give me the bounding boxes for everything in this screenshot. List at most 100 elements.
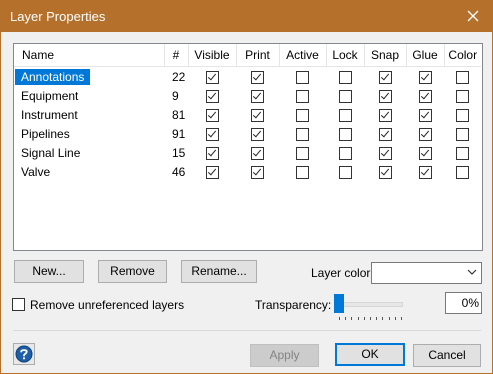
active-checkbox[interactable] — [296, 108, 309, 122]
flag-cell — [444, 67, 481, 87]
active-checkbox[interactable] — [296, 146, 309, 160]
color-checkbox[interactable] — [456, 89, 469, 103]
column-header[interactable]: Visible — [188, 44, 237, 67]
active-checkbox[interactable] — [296, 165, 309, 179]
transparency-slider-track[interactable] — [334, 302, 403, 307]
visible-checkbox[interactable] — [205, 108, 219, 122]
print-checkbox[interactable] — [251, 89, 264, 103]
layer-row[interactable]: Valve 46 — [14, 162, 481, 181]
color-checkbox[interactable] — [456, 127, 469, 141]
lock-checkbox[interactable] — [338, 127, 352, 141]
layer-row[interactable]: Instrument 81 — [14, 105, 481, 124]
color-checkbox[interactable] — [456, 108, 469, 122]
glue-checkbox[interactable] — [418, 108, 432, 122]
cancel-button[interactable]: Cancel — [413, 344, 481, 367]
lock-checkbox[interactable] — [338, 146, 352, 160]
print-checkbox[interactable] — [251, 165, 264, 179]
print-checkbox[interactable] — [251, 127, 264, 141]
visible-checkbox[interactable] — [205, 146, 219, 160]
layer-name-cell[interactable]: Pipelines — [14, 124, 164, 143]
layer-row[interactable]: Signal Line 15 — [14, 143, 481, 162]
color-checkbox[interactable] — [456, 70, 469, 84]
column-header[interactable]: Glue — [406, 44, 445, 67]
visible-checkbox[interactable] — [205, 127, 219, 141]
lock-checkbox[interactable] — [338, 165, 352, 179]
snap-checkbox[interactable] — [378, 70, 392, 84]
glue-checkbox[interactable] — [418, 146, 432, 160]
flag-cell — [364, 86, 406, 105]
layer-row[interactable]: Pipelines 91 — [14, 124, 481, 143]
rename-button[interactable]: Rename... — [181, 260, 257, 283]
color-checkbox[interactable] — [456, 165, 469, 179]
flag-cell — [236, 86, 279, 105]
active-checkbox[interactable] — [296, 70, 309, 84]
snap-checkbox[interactable] — [378, 127, 392, 141]
lock-checkbox[interactable] — [338, 108, 352, 122]
flag-cell — [326, 67, 364, 87]
layer-row[interactable]: Annotations 22 — [14, 67, 481, 87]
layer-name: Annotations — [15, 68, 91, 85]
snap-checkbox[interactable] — [378, 89, 392, 103]
print-checkbox[interactable] — [251, 146, 264, 160]
chevron-down-icon — [467, 269, 477, 275]
color-checkbox[interactable] — [456, 146, 469, 160]
column-header[interactable]: Print — [236, 44, 280, 67]
flag-cell — [406, 162, 444, 181]
column-header[interactable]: # — [164, 44, 189, 67]
layer-name-cell[interactable]: Signal Line — [14, 143, 164, 162]
column-header[interactable]: Active — [279, 44, 327, 67]
visible-checkbox[interactable] — [205, 70, 219, 84]
transparency-slider-thumb[interactable] — [334, 294, 344, 313]
layer-name-cell[interactable]: Valve — [14, 162, 164, 181]
transparency-value-field[interactable]: 0% — [445, 292, 482, 314]
flag-cell — [279, 143, 326, 162]
remove-button[interactable]: Remove — [98, 260, 167, 283]
layer-name-cell[interactable]: Instrument — [14, 105, 164, 124]
remove-unreferenced-checkbox[interactable] — [12, 298, 25, 311]
layer-name-cell[interactable]: Annotations — [14, 67, 164, 87]
snap-checkbox[interactable] — [378, 146, 392, 160]
active-checkbox[interactable] — [296, 127, 309, 141]
snap-checkbox[interactable] — [378, 165, 392, 179]
glue-checkbox[interactable] — [418, 70, 432, 84]
flag-cell — [364, 162, 406, 181]
column-header[interactable]: Lock — [326, 44, 365, 67]
layer-color-select[interactable] — [371, 262, 482, 284]
dialog-body: Name # Visible Print Active Lock Snap Glue Color… — [0, 32, 493, 374]
layer-list[interactable]: Name # Visible Print Active Lock Snap Glue Color… — [13, 43, 483, 251]
column-header[interactable]: Color — [444, 44, 481, 67]
flag-cell — [188, 124, 236, 143]
lock-checkbox[interactable] — [338, 70, 352, 84]
slider-tick — [363, 317, 365, 320]
flag-cell — [364, 105, 406, 124]
close-button[interactable] — [453, 0, 493, 32]
flag-cell — [326, 124, 364, 143]
lock-checkbox[interactable] — [338, 89, 352, 103]
layer-name: Instrument — [21, 107, 78, 122]
flag-cell — [188, 86, 236, 105]
print-checkbox[interactable] — [251, 70, 264, 84]
apply-button[interactable]: Apply — [250, 344, 319, 367]
glue-checkbox[interactable] — [418, 89, 432, 103]
new-button[interactable]: New... — [14, 260, 84, 283]
glue-checkbox[interactable] — [418, 165, 432, 179]
layer-row[interactable]: Equipment 9 — [14, 86, 481, 105]
help-icon[interactable] — [13, 343, 35, 365]
print-checkbox[interactable] — [251, 108, 264, 122]
flag-cell — [406, 67, 444, 87]
snap-checkbox[interactable] — [378, 108, 392, 122]
slider-tick — [339, 317, 340, 320]
column-header[interactable]: Name — [14, 44, 165, 67]
column-header[interactable]: Snap — [364, 44, 407, 67]
visible-checkbox[interactable] — [205, 165, 219, 179]
layer-name-cell[interactable]: Equipment — [14, 86, 164, 105]
visible-checkbox[interactable] — [205, 89, 219, 103]
layer-name: Equipment — [21, 88, 79, 103]
flag-cell — [279, 162, 326, 181]
glue-checkbox[interactable] — [418, 127, 432, 141]
flag-cell — [236, 105, 279, 124]
ok-button[interactable]: OK — [335, 343, 405, 366]
slider-tick — [394, 317, 396, 320]
slider-tick — [345, 317, 347, 320]
active-checkbox[interactable] — [296, 89, 309, 103]
